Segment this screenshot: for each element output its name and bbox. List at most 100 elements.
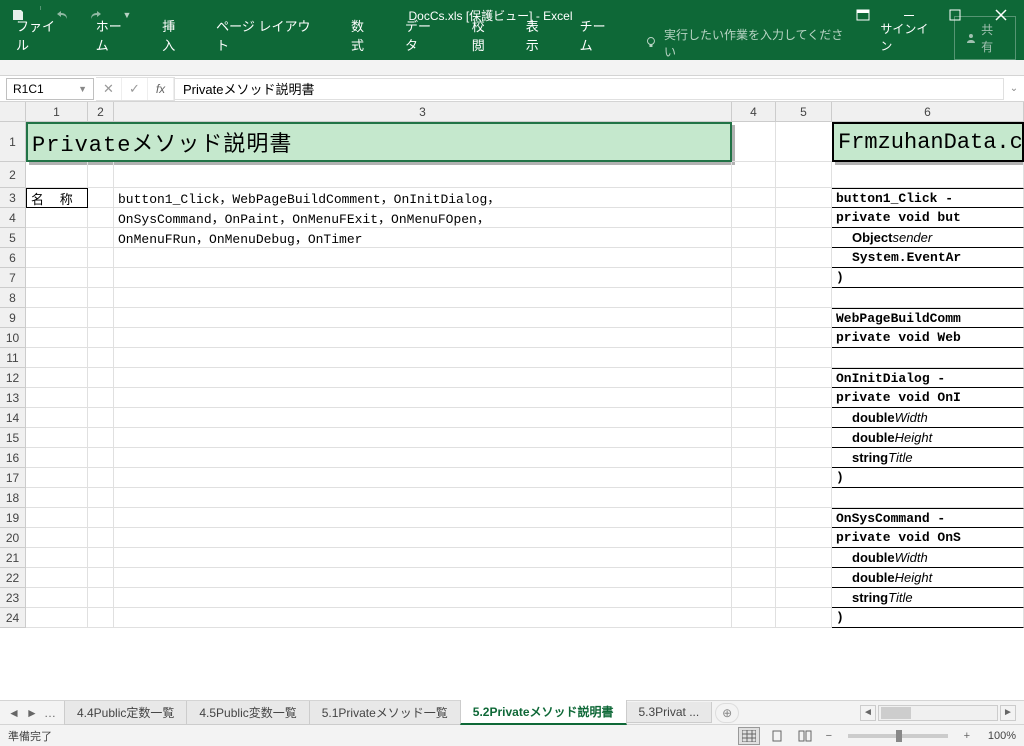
cell[interactable] [732,122,776,162]
tab-pagelayout[interactable]: ページ レイアウト [202,10,337,60]
row-header[interactable]: 22 [0,568,25,588]
cell[interactable] [26,408,88,428]
row-header[interactable]: 1 [0,122,25,162]
qat-dropdown-icon[interactable]: ▼ [113,2,141,28]
cell[interactable] [114,388,732,408]
cell-code[interactable]: string Title [832,588,1024,608]
cell[interactable] [26,588,88,608]
cell-code[interactable]: private void Web [832,328,1024,348]
cell[interactable] [776,368,832,388]
cell-code[interactable]: button1_Click - [832,188,1024,208]
cell[interactable] [732,588,776,608]
cell[interactable] [114,468,732,488]
sheet-tab-active[interactable]: 5.2Privateメソッド説明書 [460,700,627,725]
cell-code[interactable]: OnInitDialog - [832,368,1024,388]
cell-label-name[interactable]: 名 称 [26,188,88,208]
cell[interactable] [26,368,88,388]
formula-expand-icon[interactable]: ⌄ [1004,83,1024,94]
cell-code[interactable]: WebPageBuildComm [832,308,1024,328]
col-header[interactable]: 5 [776,102,832,121]
row-header[interactable]: 12 [0,368,25,388]
cell[interactable] [114,328,732,348]
cell[interactable] [114,608,732,628]
cell[interactable] [832,348,1024,368]
cell[interactable] [114,528,732,548]
cell[interactable] [776,488,832,508]
cell[interactable] [88,508,114,528]
cell-title2[interactable]: FrmzuhanData.c [832,122,1024,162]
row-header[interactable]: 24 [0,608,25,628]
cell[interactable] [732,368,776,388]
chevron-down-icon[interactable]: ▼ [78,84,87,94]
save-icon[interactable] [4,2,32,28]
col-header[interactable]: 1 [26,102,88,121]
cell[interactable] [732,328,776,348]
cell[interactable] [776,228,832,248]
tab-review[interactable]: 校閲 [458,10,512,60]
cell[interactable] [88,288,114,308]
cell[interactable] [732,548,776,568]
cell[interactable] [114,268,732,288]
row-header[interactable]: 11 [0,348,25,368]
name-box[interactable]: R1C1 ▼ [6,78,94,100]
tab-nav-last-icon[interactable]: ► [24,706,40,720]
row-header[interactable]: 8 [0,288,25,308]
cell[interactable] [88,228,114,248]
sheet-tab[interactable]: 4.4Public定数一覧 [64,701,187,725]
cell[interactable] [88,548,114,568]
col-header[interactable]: 3 [114,102,732,121]
hscroll-right-icon[interactable]: ► [1000,705,1016,721]
cell[interactable] [88,468,114,488]
cell[interactable] [732,508,776,528]
cell[interactable] [26,248,88,268]
cell[interactable] [776,188,832,208]
cell[interactable] [732,348,776,368]
cell[interactable] [114,428,732,448]
row-header[interactable]: 20 [0,528,25,548]
row-header[interactable]: 6 [0,248,25,268]
cell[interactable] [732,248,776,268]
cell[interactable] [776,348,832,368]
cell[interactable] [88,448,114,468]
sheet-tab[interactable]: 5.3Privat ... [626,702,713,723]
tab-insert[interactable]: 挿入 [148,10,202,60]
tell-me-search[interactable]: 実行したい作業を入力してください [632,26,866,60]
hscroll-left-icon[interactable]: ◄ [860,705,876,721]
cell[interactable] [732,448,776,468]
cell[interactable] [26,488,88,508]
row-header[interactable]: 19 [0,508,25,528]
cell[interactable] [88,608,114,628]
cell[interactable] [88,328,114,348]
row-header[interactable]: 16 [0,448,25,468]
cell[interactable] [88,248,114,268]
cell[interactable] [88,388,114,408]
cell[interactable] [88,428,114,448]
cancel-formula-icon[interactable]: ✕ [96,78,122,100]
cell[interactable] [776,308,832,328]
cell[interactable] [88,188,114,208]
col-header[interactable]: 6 [832,102,1024,121]
cell[interactable] [114,568,732,588]
cell[interactable] [114,288,732,308]
cell[interactable] [776,248,832,268]
cell-code[interactable]: ) [832,268,1024,288]
cell[interactable] [26,208,88,228]
cell[interactable] [776,508,832,528]
cell-code[interactable]: double Height [832,428,1024,448]
fx-icon[interactable]: fx [148,78,174,100]
cell-code[interactable]: Object sender [832,228,1024,248]
cell[interactable] [732,162,776,188]
cell[interactable] [114,308,732,328]
cell[interactable] [776,328,832,348]
cell[interactable] [732,568,776,588]
cell[interactable] [832,162,1024,188]
cell[interactable] [114,348,732,368]
cell[interactable] [776,162,832,188]
cell[interactable] [88,308,114,328]
row-header[interactable]: 17 [0,468,25,488]
cell[interactable] [776,568,832,588]
select-all-corner[interactable] [0,102,26,122]
row-header[interactable]: 7 [0,268,25,288]
cell[interactable] [776,428,832,448]
tab-nav-first-icon[interactable]: ◄ [6,706,22,720]
